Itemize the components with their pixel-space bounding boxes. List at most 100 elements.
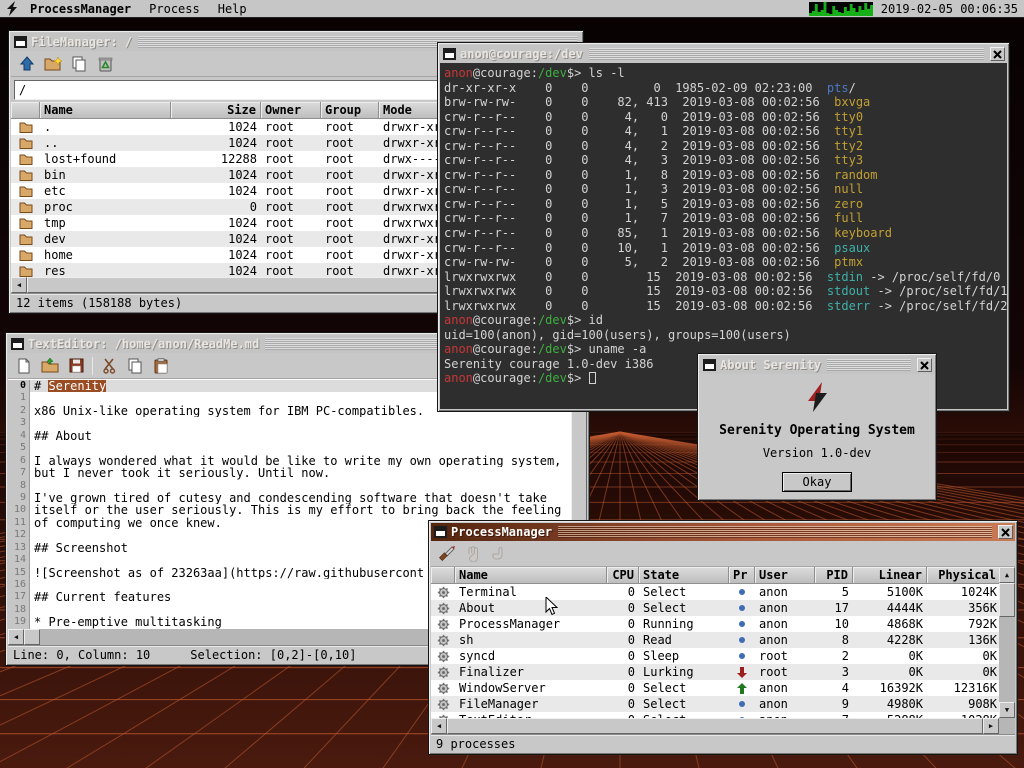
line-text: ## About (30, 430, 571, 442)
editor-line[interactable]: 5 (8, 442, 571, 454)
table-row[interactable]: Terminal0Selectanon55100K1024K (431, 584, 999, 600)
column-header-Name[interactable]: Name (455, 567, 607, 584)
column-header-Pr[interactable]: Pr (729, 567, 755, 584)
column-header-Size[interactable]: Size (171, 102, 261, 119)
window-icon (703, 359, 716, 371)
terminal-line: crw-r--r-- 0 0 1, 3 2019-03-08 00:02:56 … (444, 182, 1003, 197)
line-number: 18 (8, 604, 30, 616)
new-document-button[interactable] (14, 356, 34, 376)
column-header-Physical[interactable]: Physical (927, 567, 999, 584)
copy-button[interactable] (125, 356, 145, 376)
scroll-left-icon[interactable]: ◀ (11, 277, 27, 293)
line-number: 12 (8, 529, 30, 541)
processmanager-statusbar: 9 processes (431, 734, 1015, 752)
table-row[interactable]: FileManager0Selectanon94980K908K (431, 696, 999, 712)
delete-button[interactable] (95, 54, 115, 74)
line-text (30, 480, 571, 492)
terminal-line: lrwxrwxrwx 0 0 15 2019-03-08 00:02:56 st… (444, 284, 1003, 299)
serenity-logo-icon[interactable] (4, 1, 20, 17)
line-number: 3 (8, 417, 30, 429)
line-number: 10 (8, 504, 30, 516)
editor-line[interactable]: 7but I never took it seriously. Until no… (8, 467, 571, 479)
priority-high-icon (737, 683, 747, 694)
toolbar-separator (92, 357, 93, 375)
process-table-header[interactable]: NameCPUStatePrUserPIDLinearPhysical (431, 567, 999, 584)
cpu-graph[interactable] (809, 2, 873, 16)
column-header-PID[interactable]: PID (815, 567, 853, 584)
table-row[interactable]: About0Selectanon174444K356K (431, 600, 999, 616)
column-header-Linear[interactable]: Linear (853, 567, 927, 584)
about-titlebar[interactable]: About Serenity (700, 356, 934, 374)
open-document-button[interactable] (40, 356, 60, 376)
column-header-Name[interactable]: Name (40, 102, 171, 119)
kill-process-button[interactable] (437, 544, 457, 564)
line-text: itself or the user seriously. This is my… (30, 504, 571, 516)
line-number: 9 (8, 492, 30, 504)
copy-button[interactable] (69, 54, 89, 74)
menu-process[interactable]: Process (141, 2, 208, 16)
terminal-line: crw-r--r-- 0 0 1, 7 2019-03-08 00:02:56 … (444, 211, 1003, 226)
terminal-line: crw-r--r-- 0 0 85, 1 2019-03-08 00:02:56… (444, 226, 1003, 241)
terminal-titlebar[interactable]: anon@courage:/dev (440, 45, 1007, 63)
terminal-line: lrwxrwxrwx 0 0 15 2019-03-08 00:02:56 st… (444, 299, 1003, 314)
processmanager-horizontal-scrollbar[interactable]: ◀ ▶ (431, 718, 1015, 734)
column-header-CPU[interactable]: CPU (607, 567, 639, 584)
table-row[interactable]: syncd0Sleeproot20K0K (431, 648, 999, 664)
terminal-line: crw-r--r-- 0 0 1, 5 2019-03-08 00:02:56 … (444, 197, 1003, 212)
gear-icon (437, 650, 450, 663)
table-row[interactable]: Finalizer0Lurkingroot30K0K (431, 664, 999, 680)
scroll-right-icon[interactable]: ▶ (983, 718, 999, 734)
terminal-line: crw-r--r-- 0 0 4, 2 2019-03-08 00:02:56 … (444, 139, 1003, 154)
processmanager-window: ProcessManager NameCPUStatePrUserPIDLine… (428, 520, 1018, 755)
editor-line[interactable]: 4## About (8, 430, 571, 442)
cut-button[interactable] (99, 356, 119, 376)
stop-process-button[interactable] (463, 544, 483, 564)
table-row[interactable]: WindowServer0Selectanon416392K12316K (431, 680, 999, 696)
column-header-icon[interactable] (11, 102, 40, 119)
scroll-left-icon[interactable]: ◀ (8, 629, 24, 645)
menu-help[interactable]: Help (210, 2, 255, 16)
go-up-button[interactable] (17, 54, 37, 74)
line-number: 6 (8, 455, 30, 467)
close-icon[interactable] (998, 525, 1013, 539)
clock[interactable]: 2019-02-05 00:06:35 (881, 2, 1018, 16)
gear-icon (437, 586, 450, 599)
column-header-icon[interactable] (431, 567, 455, 584)
priority-normal-icon (738, 620, 746, 628)
table-row[interactable]: sh0Readanon84228K136K (431, 632, 999, 648)
paste-button[interactable] (151, 356, 171, 376)
mouse-cursor (545, 597, 558, 616)
menu-app[interactable]: ProcessManager (22, 2, 139, 16)
column-header-Group[interactable]: Group (321, 102, 379, 119)
about-version: Version 1.0-dev (700, 446, 934, 460)
close-icon[interactable] (990, 47, 1005, 61)
editor-line[interactable]: 9I've grown tired of cutesy and condesce… (8, 492, 571, 504)
continue-process-button[interactable] (489, 544, 509, 564)
line-number: 15 (8, 567, 30, 579)
folder-icon (19, 265, 33, 277)
new-folder-button[interactable] (43, 54, 63, 74)
window-icon (443, 48, 456, 60)
scroll-up-icon[interactable]: ▲ (999, 567, 1015, 583)
save-button[interactable] (66, 356, 86, 376)
line-number: 8 (8, 480, 30, 492)
scroll-left-icon[interactable]: ◀ (431, 718, 447, 734)
folder-icon (19, 185, 33, 197)
line-text: I always wondered what it would be like … (30, 455, 571, 467)
close-icon[interactable] (917, 358, 932, 372)
scroll-down-icon[interactable]: ▼ (999, 702, 1015, 718)
gear-icon (437, 634, 450, 647)
processmanager-titlebar[interactable]: ProcessManager (431, 523, 1015, 541)
line-number: 16 (8, 579, 30, 591)
editor-line[interactable]: 6I always wondered what it would be like… (8, 455, 571, 467)
terminal-line: brw-rw-rw- 0 0 82, 413 2019-03-08 00:02:… (444, 95, 1003, 110)
editor-line[interactable]: 10itself or the user seriously. This is … (8, 504, 571, 516)
editor-line[interactable]: 3 (8, 417, 571, 429)
column-header-State[interactable]: State (639, 567, 729, 584)
okay-button[interactable]: Okay (782, 472, 852, 492)
table-row[interactable]: ProcessManager0Runninganon104868K792K (431, 616, 999, 632)
processmanager-vertical-scrollbar[interactable]: ▲ ▼ (999, 567, 1015, 718)
column-header-User[interactable]: User (755, 567, 815, 584)
column-header-Owner[interactable]: Owner (261, 102, 321, 119)
editor-line[interactable]: 8 (8, 480, 571, 492)
